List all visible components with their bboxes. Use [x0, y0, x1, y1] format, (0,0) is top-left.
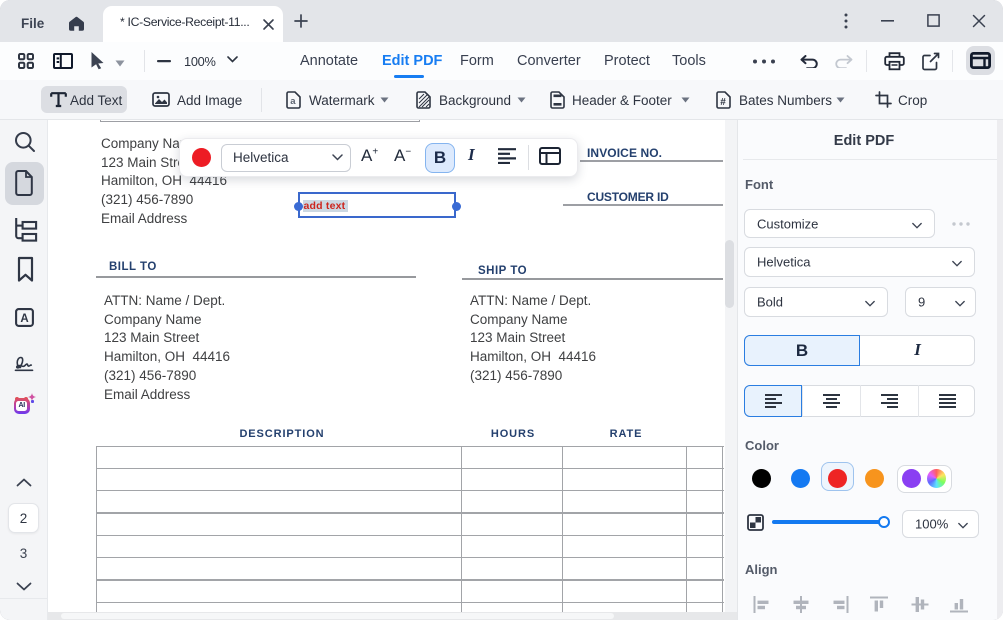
- svg-text:a: a: [290, 96, 296, 107]
- svg-text:A: A: [20, 313, 28, 325]
- svg-text:#: #: [720, 97, 726, 108]
